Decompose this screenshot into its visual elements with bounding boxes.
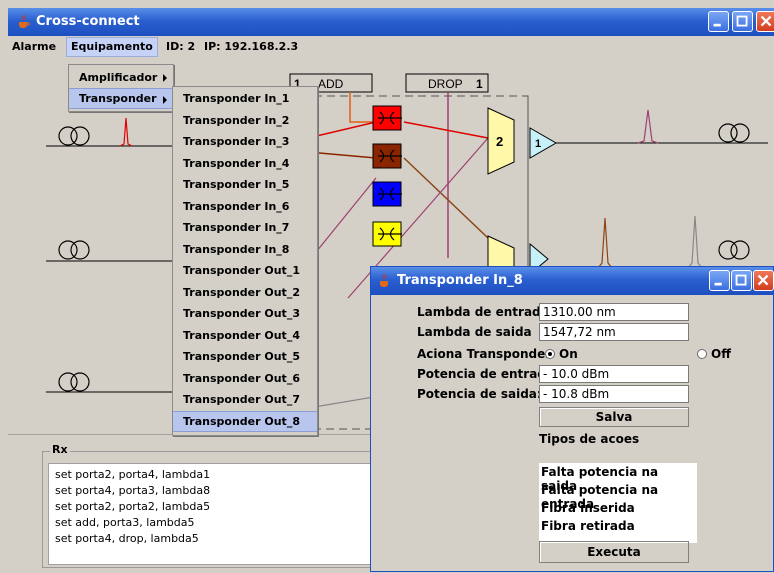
dialog-close-button[interactable] [753,270,774,291]
menu-item-transponder-in-7[interactable]: Transponder In_7 [173,217,317,238]
spectrum-peak [687,215,703,269]
menu-item-transponder-out-6[interactable]: Transponder Out_6 [173,368,317,389]
menu-item-transponder-out-2[interactable]: Transponder Out_2 [173,282,317,303]
menu-alarme[interactable]: Alarme [8,39,60,55]
menu-item-transponder-in-1[interactable]: Transponder In_1 [173,88,317,109]
fiber-coil-icon [718,123,750,143]
fiber-coil-icon [58,372,90,392]
add-label: ADD [318,77,344,91]
spectrum-peak [637,109,659,144]
switch-red[interactable] [372,105,402,131]
device-id: ID: 2 [166,40,196,53]
lambda-entrada-label: Lambda de entrada [417,305,549,319]
radio-on[interactable] [545,349,555,359]
dialog-title: Transponder In_8 [397,273,523,288]
fiber-coil-icon [58,240,90,260]
log-line: set porta4, drop, lambda5 [55,532,199,545]
switch-brown[interactable] [372,143,402,169]
dialog-title-bar: Transponder In_8 [371,267,774,295]
spectrum-peak [597,217,613,269]
amplifier-1-label: 1 [535,138,541,150]
menu-equipamento[interactable]: Equipamento [66,37,158,57]
connection-line [403,121,489,139]
main-title-bar: Cross-connect [8,8,774,36]
lambda-saida-label: Lambda de saida [417,325,532,339]
menu-item-transponder-out-7[interactable]: Transponder Out_7 [173,389,317,410]
executa-button[interactable]: Executa [539,541,689,563]
transponder-dialog: Transponder In_8 Lambda de entrada 1310.… [370,266,774,572]
device-ip: IP: 192.168.2.3 [204,40,299,53]
transponder-menu: Transponder In_1 Transponder In_2 Transp… [172,86,318,436]
log-line: set porta2, porta2, lambda5 [55,500,211,513]
minimize-button[interactable] [708,11,729,32]
maximize-icon [736,15,748,27]
close-button[interactable] [756,11,774,32]
pot-saida-label: Potencia de saida: [417,387,542,401]
menu-item-transponder-in-6[interactable]: Transponder In_6 [173,196,317,217]
spectrum-peak [119,117,133,147]
log-line: set add, porta3, lambda5 [55,516,195,529]
submenu-arrow-icon [163,96,167,104]
minimize-icon [714,282,722,286]
menu-item-transponder-in-8[interactable]: Transponder In_8 [173,239,317,260]
drop-label: DROP [428,77,463,91]
connection-line [307,177,377,263]
close-icon [760,15,772,27]
menu-item-transponder-out-5[interactable]: Transponder Out_5 [173,346,317,367]
lambda-saida-field[interactable]: 1547,72 nm [539,323,689,341]
dialog-maximize-button[interactable] [731,270,752,291]
dialog-minimize-button[interactable] [709,270,730,291]
amplifier-1[interactable] [529,127,558,159]
menu-item-transponder-out-3[interactable]: Transponder Out_3 [173,303,317,324]
menu-item-label: Transponder [79,92,157,105]
maximize-button[interactable] [732,11,753,32]
log-line: set porta4, porta3, lambda8 [55,484,211,497]
java-cup-icon [19,14,30,28]
menu-item-transponder-out-1[interactable]: Transponder Out_1 [173,260,317,281]
pot-entrada-label: Potencia de entrada: [417,367,559,381]
submenu-arrow-icon [163,74,167,82]
rx-legend: Rx [50,443,70,456]
pot-entrada-field[interactable]: - 10.0 dBm [539,365,689,383]
connection-line [307,121,377,139]
java-cup-icon [380,273,388,287]
connection-line [403,157,489,239]
menu-item-label: Amplificador [79,71,158,84]
radio-off[interactable] [697,349,707,359]
menu-item-transponder-out-4[interactable]: Transponder Out_4 [173,325,317,346]
menu-item-transponder-in-2[interactable]: Transponder In_2 [173,110,317,131]
minimize-icon [713,23,721,27]
close-icon [757,274,769,286]
list-item[interactable]: Fibra inserida [541,501,635,515]
equipamento-menu: Amplificador Transponder [68,64,174,112]
lambda-entrada-field[interactable]: 1310.00 nm [539,303,689,321]
menu-item-amplificador[interactable]: Amplificador [69,67,173,88]
menu-item-transponder-in-4[interactable]: Transponder In_4 [173,153,317,174]
fiber-coil-icon [58,126,90,146]
menu-item-transponder-out-8[interactable]: Transponder Out_8 [173,411,317,432]
list-item[interactable]: Fibra retirada [541,519,635,533]
maximize-icon [735,274,747,286]
menu-item-transponder-in-5[interactable]: Transponder In_5 [173,174,317,195]
menu-bar: Alarme Equipamento ID: 2 IP: 192.168.2.3 [8,36,774,58]
fiber-coil-icon [718,240,750,260]
log-line: set porta2, porta4, lambda1 [55,468,211,481]
tipos-acoes-label: Tipos de acoes [539,432,640,446]
mux-2-label: 2 [496,134,503,149]
window-title: Cross-connect [36,14,140,29]
drop-number: 1 [476,77,483,91]
radio-on-label: On [559,347,578,361]
salva-button[interactable]: Salva [539,407,689,427]
switch-yellow[interactable] [372,221,402,247]
actions-list[interactable]: Falta potencia na saida Falta potencia n… [539,463,697,543]
rx-log[interactable]: set porta2, porta4, lambda1 set porta4, … [48,463,405,565]
pot-saida-field[interactable]: - 10.8 dBm [539,385,689,403]
menu-item-transponder[interactable]: Transponder [69,88,173,109]
radio-off-label: Off [711,347,731,361]
aciona-label: Aciona Transponder [417,347,552,361]
menu-item-transponder-in-3[interactable]: Transponder In_3 [173,131,317,152]
switch-blue[interactable] [372,181,402,207]
connection-line [307,151,377,159]
